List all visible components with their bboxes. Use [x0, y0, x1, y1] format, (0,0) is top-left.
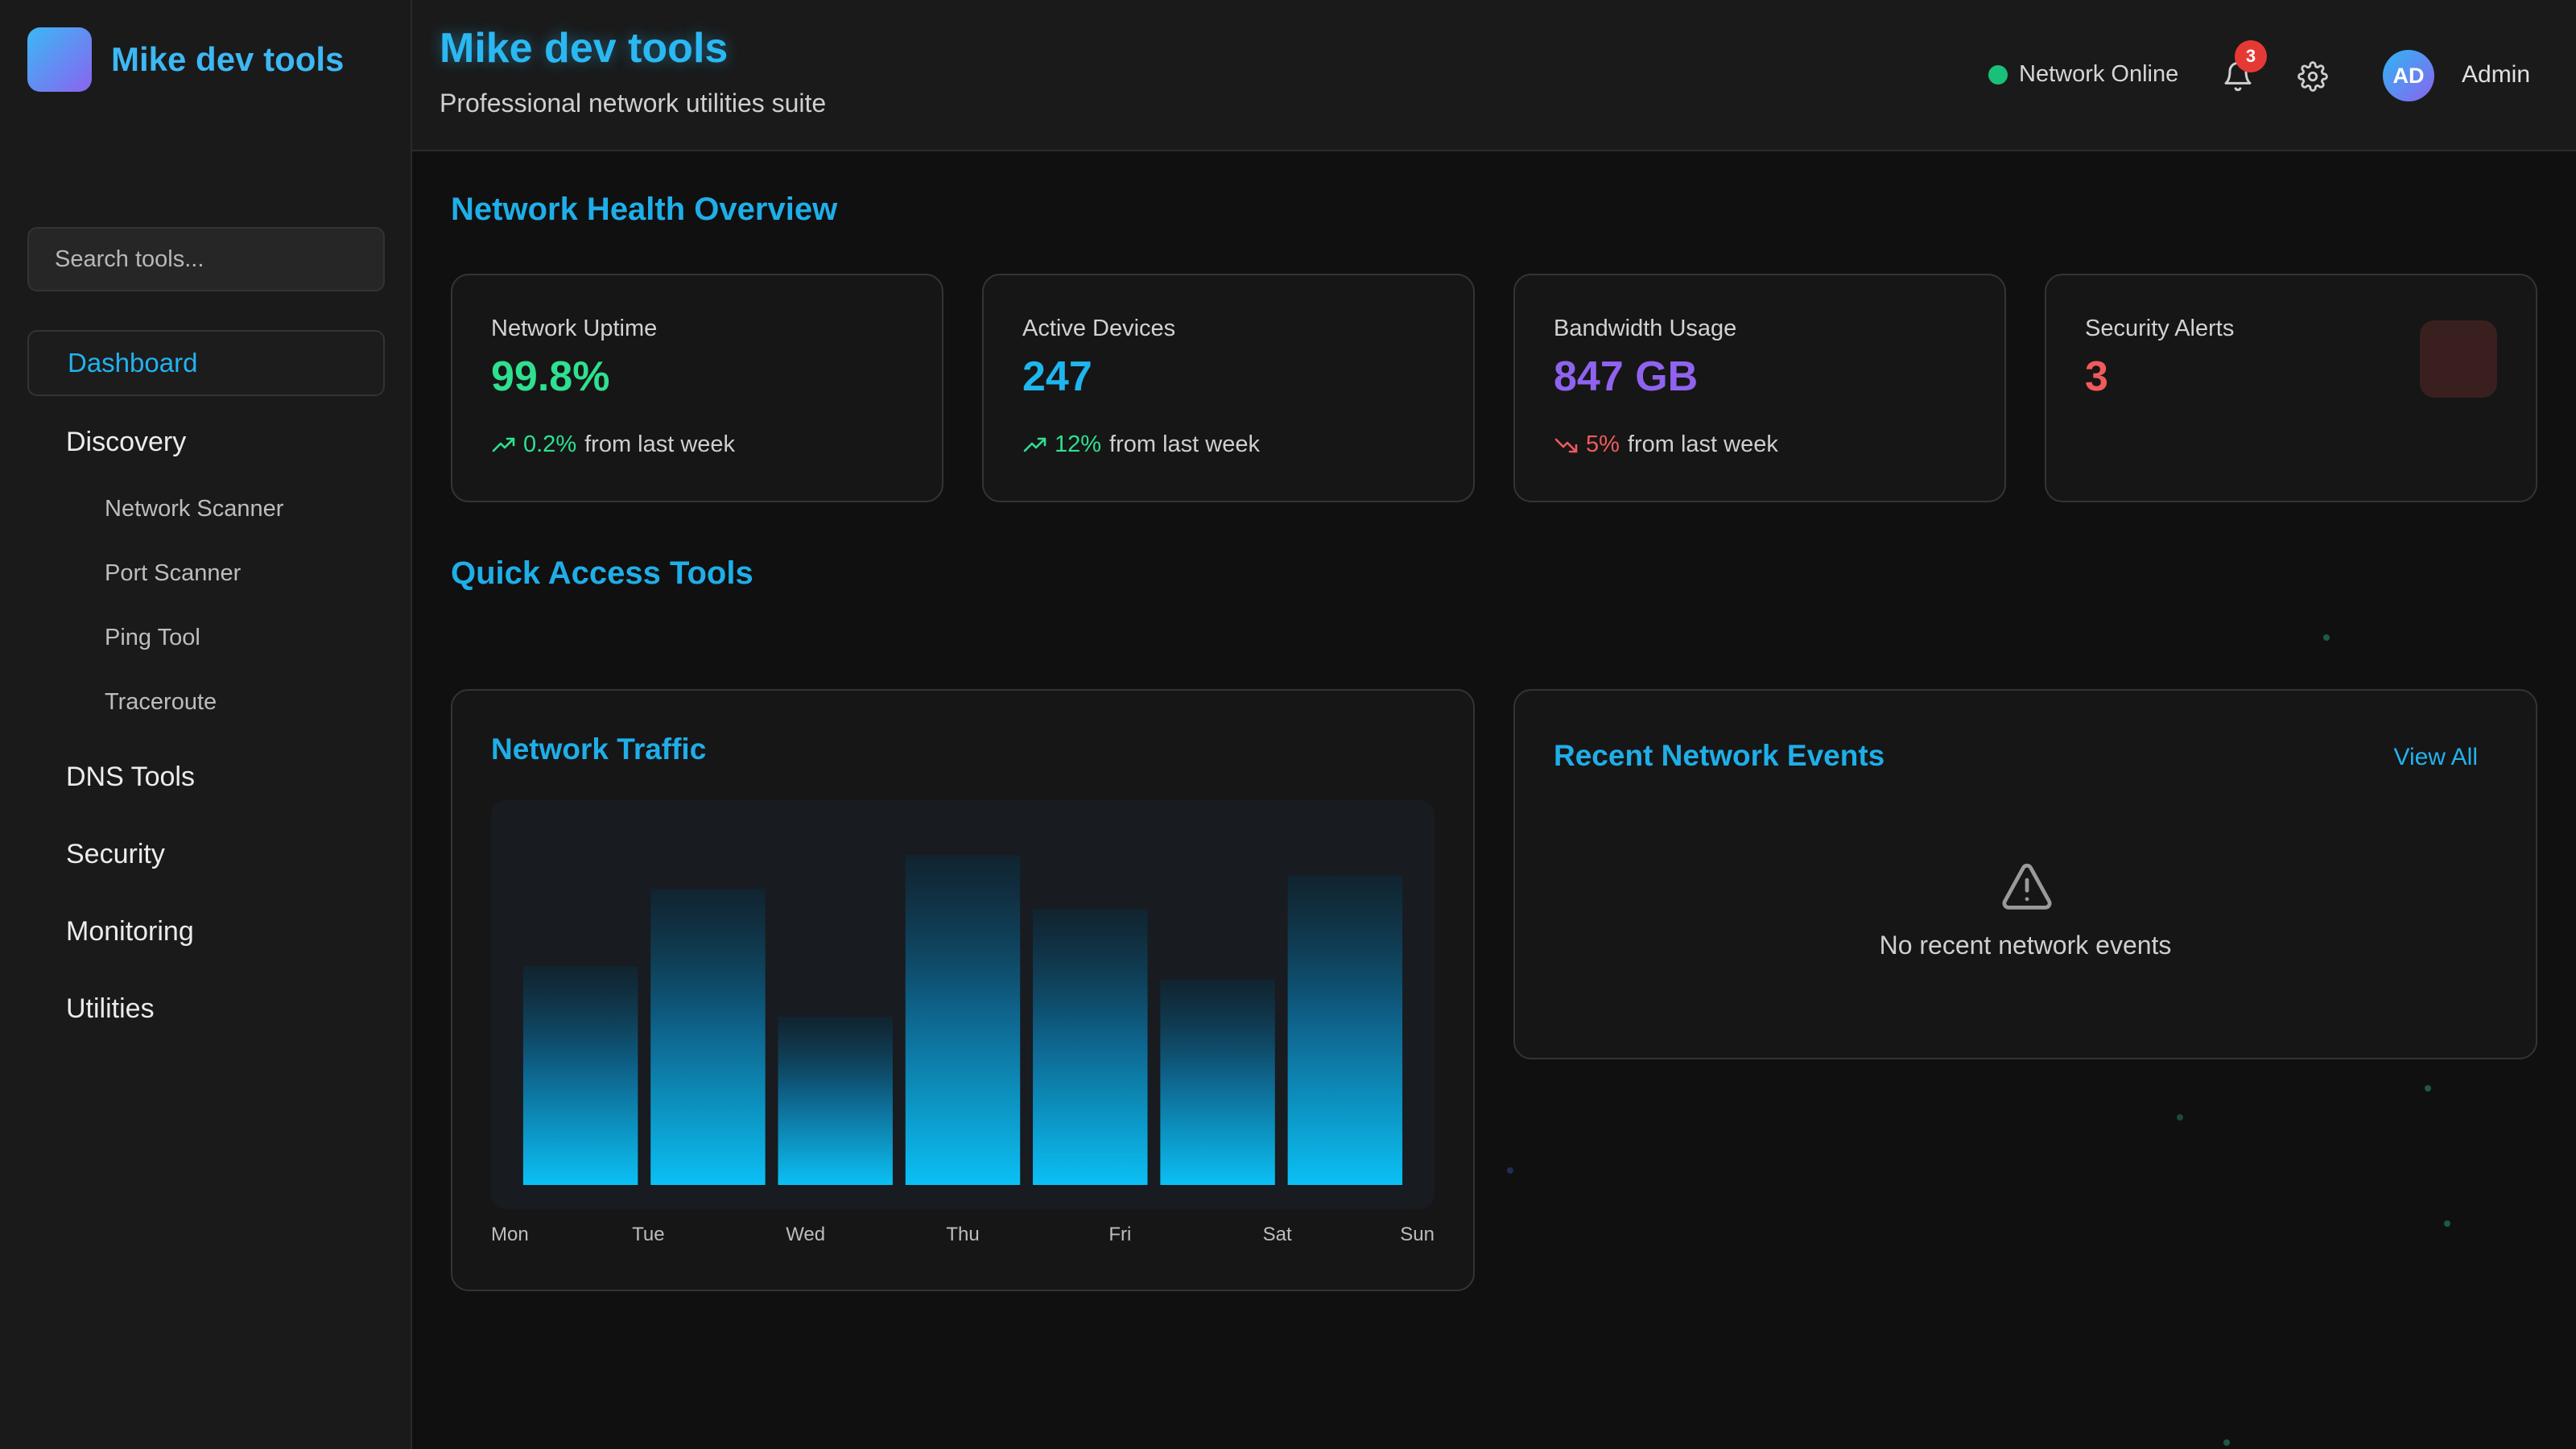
tick-label-sun: Sun — [1400, 1224, 1435, 1245]
sidebar-item-discovery[interactable]: Discovery — [66, 427, 186, 458]
overview-title: Network Health Overview — [451, 192, 838, 227]
header: Mike dev tools Professional network util… — [412, 0, 2576, 151]
particle — [2223, 1439, 2230, 1446]
brand-logo-icon — [27, 27, 92, 92]
stat-card-devices[interactable]: Active Devices 247 12% from last week — [982, 274, 1475, 502]
stat-value: 247 — [1022, 353, 1092, 400]
traffic-title: Network Traffic — [491, 733, 707, 766]
app: Mike dev tools Dashboard Discovery Netwo… — [0, 0, 2576, 1449]
bar-fri — [1033, 909, 1148, 1185]
sidebar-item-utilities[interactable]: Utilities — [66, 993, 155, 1025]
stat-label: Security Alerts — [2085, 316, 2235, 341]
tick-label-sat: Sat — [1262, 1224, 1292, 1245]
traffic-chart-svg — [522, 855, 1403, 1185]
page-title: Mike dev tools — [440, 25, 729, 72]
sidebar: Mike dev tools Dashboard Discovery Netwo… — [0, 0, 412, 1449]
stat-trend: 5% from last week — [1554, 431, 1778, 458]
sidebar-item-traceroute[interactable]: Traceroute — [105, 689, 217, 716]
trend-value: 0.2% — [523, 431, 577, 457]
view-all-link[interactable]: View All — [2393, 744, 2478, 771]
sidebar-item-ping-tool[interactable]: Ping Tool — [105, 625, 200, 651]
user-name[interactable]: Admin — [2462, 61, 2530, 89]
traffic-panel: Network Traffic Mon Tue Wed Thu Fri Sat Sun — [451, 689, 1475, 1291]
search-input[interactable] — [27, 227, 385, 291]
network-status: Network Online — [1988, 61, 2178, 88]
stat-trend: 12% from last week — [1022, 431, 1260, 458]
stat-card-uptime[interactable]: Network Uptime 99.8% 0.2% from last week — [451, 274, 943, 502]
bar-mon — [522, 966, 638, 1185]
stat-value: 99.8% — [491, 353, 610, 400]
events-panel: Recent Network Events View All No recent… — [1513, 689, 2537, 1059]
stat-card-security[interactable]: Security Alerts 3 — [2045, 274, 2537, 502]
particle — [2177, 1114, 2183, 1121]
bar-tue — [650, 889, 766, 1185]
tick-label-tue: Tue — [632, 1224, 665, 1245]
tick-label-mon: Mon — [491, 1224, 529, 1245]
sidebar-item-network-scanner[interactable]: Network Scanner — [105, 496, 283, 522]
stat-card-bandwidth[interactable]: Bandwidth Usage 847 GB 5% from last week — [1513, 274, 2006, 502]
avatar[interactable]: AD — [2383, 50, 2434, 101]
traffic-chart — [491, 800, 1435, 1209]
notification-badge: 3 — [2235, 40, 2267, 72]
status-text: Network Online — [2019, 61, 2179, 87]
trend-text: from last week — [584, 431, 736, 457]
empty-state-text: No recent network events — [1879, 931, 2172, 960]
particle — [2444, 1220, 2450, 1227]
status-dot-icon — [1988, 64, 2008, 85]
tick-label-wed: Wed — [786, 1224, 826, 1245]
stat-label: Active Devices — [1022, 316, 1176, 341]
sidebar-item-security[interactable]: Security — [66, 839, 165, 870]
alert-icon-box — [2420, 320, 2497, 398]
stat-trend: 0.2% from last week — [491, 431, 735, 458]
events-title: Recent Network Events — [1554, 739, 1885, 772]
stat-value: 3 — [2085, 353, 2108, 400]
quick-access-title: Quick Access Tools — [451, 555, 753, 591]
stat-label: Bandwidth Usage — [1554, 316, 1737, 341]
particle — [2425, 1085, 2431, 1092]
particle — [1507, 1167, 1513, 1174]
stat-value: 847 GB — [1554, 353, 1699, 400]
sidebar-item-monitoring[interactable]: Monitoring — [66, 916, 194, 947]
trend-value: 12% — [1055, 431, 1102, 457]
trend-up-icon — [492, 437, 515, 452]
tick-label-thu: Thu — [946, 1224, 980, 1245]
trend-value: 5% — [1586, 431, 1620, 457]
warning-icon — [2002, 863, 2052, 910]
brand[interactable]: Mike dev tools — [27, 27, 344, 92]
trend-down-icon — [1554, 438, 1578, 452]
bar-sun — [1287, 875, 1403, 1185]
sidebar-item-port-scanner[interactable]: Port Scanner — [105, 560, 241, 587]
stat-label: Network Uptime — [491, 316, 658, 341]
brand-name: Mike dev tools — [111, 40, 345, 78]
sidebar-item-dns-tools[interactable]: DNS Tools — [66, 762, 195, 793]
bar-wed — [778, 1017, 893, 1185]
trend-up-icon — [1023, 437, 1046, 452]
tick-label-fri: Fri — [1108, 1224, 1132, 1245]
trend-text: from last week — [1627, 431, 1778, 457]
bar-thu — [905, 855, 1021, 1185]
bar-sat — [1160, 980, 1275, 1185]
page-subtitle: Professional network utilities suite — [440, 89, 827, 118]
trend-text: from last week — [1109, 431, 1260, 457]
gear-icon[interactable] — [2297, 61, 2328, 92]
sidebar-item-dashboard[interactable]: Dashboard — [27, 330, 385, 396]
particle — [2323, 634, 2330, 641]
